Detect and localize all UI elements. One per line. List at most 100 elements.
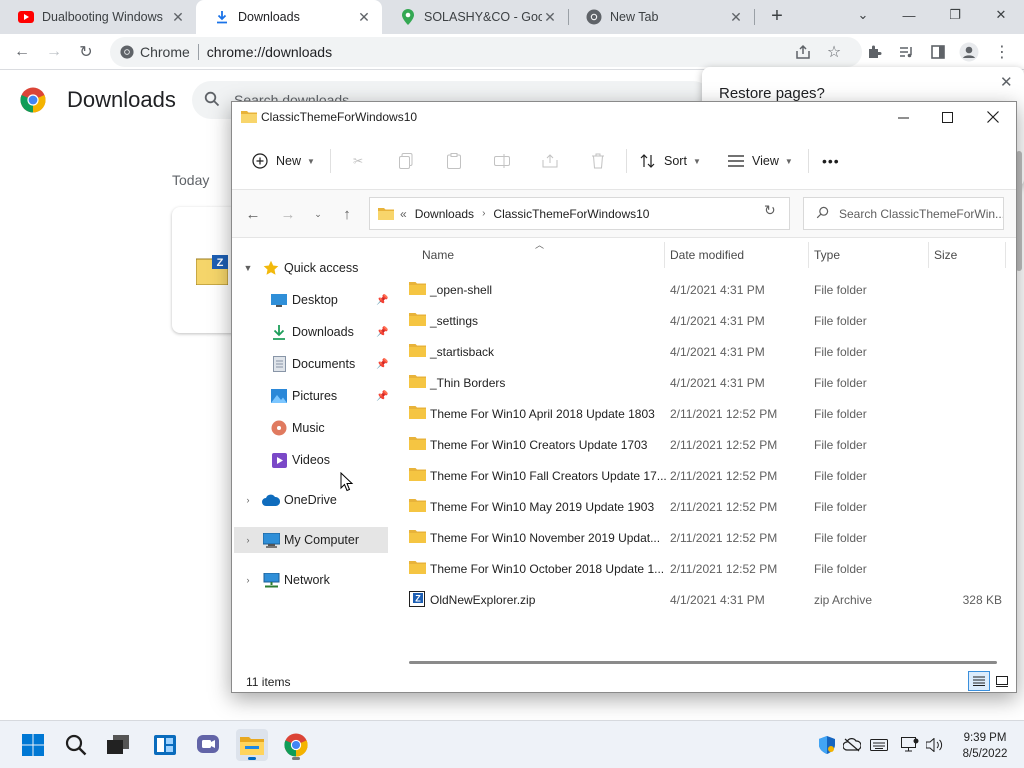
cloud-offline-icon[interactable] (842, 735, 862, 755)
back-icon[interactable]: ← (243, 204, 263, 224)
details-view-icon[interactable] (968, 671, 990, 691)
column-header-type[interactable]: Type (814, 248, 840, 268)
chrome-icon[interactable] (280, 729, 312, 761)
teams-chat-icon[interactable] (192, 729, 224, 761)
search-icon[interactable] (60, 729, 92, 761)
column-divider[interactable] (664, 242, 665, 268)
close-tab-icon[interactable]: ✕ (170, 9, 186, 25)
delete-icon[interactable] (588, 151, 608, 171)
maximize-button[interactable] (924, 102, 970, 132)
system-clock[interactable]: 9:39 PM 8/5/2022 (950, 730, 1020, 762)
close-tab-icon[interactable]: ✕ (728, 9, 744, 25)
profile-avatar-icon[interactable] (959, 42, 979, 62)
rename-icon[interactable] (492, 151, 512, 171)
path-breadcrumb[interactable]: « Downloads › ClassicThemeForWindows10 ⌄ (369, 197, 878, 230)
address-bar[interactable]: Chrome chrome://downloads (110, 37, 862, 67)
recent-locations-icon[interactable]: ⌄ (308, 204, 328, 224)
nav-desktop[interactable]: Desktop 📌 (234, 287, 388, 313)
nav-my-computer[interactable]: › My Computer (234, 527, 388, 553)
volume-icon[interactable] (925, 735, 945, 755)
new-button[interactable]: New ▼ (252, 148, 315, 174)
widgets-icon[interactable] (149, 729, 181, 761)
nav-quick-access[interactable]: ▼ Quick access (234, 255, 388, 281)
share-icon[interactable] (793, 42, 813, 62)
file-row[interactable]: Theme For Win10 October 2018 Update 1...… (399, 553, 1003, 584)
column-divider[interactable] (808, 242, 809, 268)
back-icon[interactable]: ← (10, 40, 34, 64)
network-status-icon[interactable] (900, 735, 920, 755)
file-row[interactable]: Theme For Win10 Creators Update 1703 2/11… (399, 429, 1003, 460)
security-shield-icon[interactable] (817, 735, 837, 755)
chevron-right-icon[interactable]: › (242, 495, 254, 505)
file-row[interactable]: _settings 4/1/2021 4:31 PM File folder (399, 305, 1003, 336)
close-tab-icon[interactable]: ✕ (356, 9, 372, 25)
refresh-icon[interactable]: ↻ (764, 202, 776, 219)
more-menu-icon[interactable]: ⋮ (992, 42, 1012, 62)
explorer-titlebar[interactable]: ClassicThemeForWindows10 (232, 102, 1016, 132)
column-header-name[interactable]: Name (422, 248, 454, 268)
forward-icon[interactable]: → (42, 40, 66, 64)
task-view-icon[interactable] (102, 729, 134, 761)
close-tab-icon[interactable]: ✕ (542, 9, 558, 25)
bookmark-star-icon[interactable]: ☆ (824, 42, 844, 62)
file-row[interactable]: _startisback 4/1/2021 4:31 PM File folder (399, 336, 1003, 367)
folder-search-input[interactable]: Search ClassicThemeForWin... (803, 197, 1004, 230)
nav-music[interactable]: Music (234, 415, 388, 441)
restore-button[interactable]: ❐ (932, 0, 978, 30)
chevron-down-icon[interactable]: ▼ (242, 263, 254, 273)
see-more-button[interactable]: ••• (822, 148, 840, 174)
pin-icon[interactable]: 📌 (376, 295, 388, 306)
nav-pictures[interactable]: Pictures 📌 (234, 383, 388, 409)
close-icon[interactable]: ✕ (1000, 73, 1013, 91)
tab-dualbooting[interactable]: Dualbooting Windows ✕ (0, 0, 196, 34)
cut-icon[interactable]: ✂ (348, 151, 368, 171)
horizontal-scrollbar[interactable] (409, 661, 997, 664)
extensions-icon[interactable] (864, 42, 884, 62)
close-window-button[interactable] (970, 102, 1016, 132)
share-icon[interactable] (540, 151, 560, 171)
file-row[interactable]: Theme For Win10 April 2018 Update 1803 2/… (399, 398, 1003, 429)
forward-icon[interactable]: → (278, 204, 298, 224)
tab-downloads[interactable]: Downloads ✕ (196, 0, 382, 34)
large-icons-view-icon[interactable] (992, 671, 1012, 691)
breadcrumb-downloads[interactable]: Downloads (415, 207, 474, 221)
pin-icon[interactable]: 📌 (376, 359, 388, 370)
nav-onedrive[interactable]: › OneDrive (234, 487, 388, 513)
nav-videos[interactable]: Videos (234, 447, 388, 473)
copy-icon[interactable] (396, 151, 416, 171)
file-row[interactable]: Theme For Win10 Fall Creators Update 17.… (399, 460, 1003, 491)
minimize-button[interactable] (880, 102, 926, 132)
side-panel-icon[interactable] (928, 42, 948, 62)
breadcrumb-overflow[interactable]: « (400, 207, 407, 221)
column-divider[interactable] (928, 242, 929, 268)
sort-button[interactable]: Sort ▼ (640, 148, 701, 174)
breadcrumb-current[interactable]: ClassicThemeForWindows10 (493, 207, 649, 221)
file-row[interactable]: Theme For Win10 November 2019 Updat... 2/… (399, 522, 1003, 553)
close-window-button[interactable]: ✕ (978, 0, 1024, 30)
new-tab-button[interactable]: + (766, 5, 788, 27)
file-row[interactable]: Theme For Win10 May 2019 Update 1903 2/11… (399, 491, 1003, 522)
file-explorer-icon[interactable] (236, 729, 268, 761)
column-header-size[interactable]: Size (934, 248, 957, 268)
view-button[interactable]: View ▼ (728, 148, 793, 174)
pin-icon[interactable]: 📌 (376, 391, 388, 402)
tab-search-icon[interactable]: ⌄ (840, 0, 886, 30)
file-row[interactable]: _Thin Borders 4/1/2021 4:31 PM File folder (399, 367, 1003, 398)
media-controls-icon[interactable] (896, 42, 916, 62)
chevron-right-icon[interactable]: › (242, 575, 254, 585)
tab-new-tab[interactable]: New Tab ✕ (568, 0, 754, 34)
keyboard-icon[interactable] (869, 735, 889, 755)
up-one-level-icon[interactable]: ↑ (337, 204, 357, 224)
file-row[interactable]: _open-shell 4/1/2021 4:31 PM File folder (399, 274, 1003, 305)
minimize-button[interactable]: — (886, 0, 932, 30)
pin-icon[interactable]: 📌 (376, 327, 388, 338)
file-row[interactable]: Z OldNewExplorer.zip 4/1/2021 4:31 PM zip A… (399, 584, 1003, 615)
start-icon[interactable] (17, 729, 49, 761)
reload-icon[interactable]: ↻ (74, 40, 98, 64)
nav-downloads[interactable]: Downloads 📌 (234, 319, 388, 345)
column-header-date[interactable]: Date modified (670, 248, 744, 268)
tab-solashy[interactable]: SOLASHY&CO - Goog ✕ (382, 0, 568, 34)
nav-documents[interactable]: Documents 📌 (234, 351, 388, 377)
column-divider[interactable] (1005, 242, 1006, 268)
paste-icon[interactable] (444, 151, 464, 171)
